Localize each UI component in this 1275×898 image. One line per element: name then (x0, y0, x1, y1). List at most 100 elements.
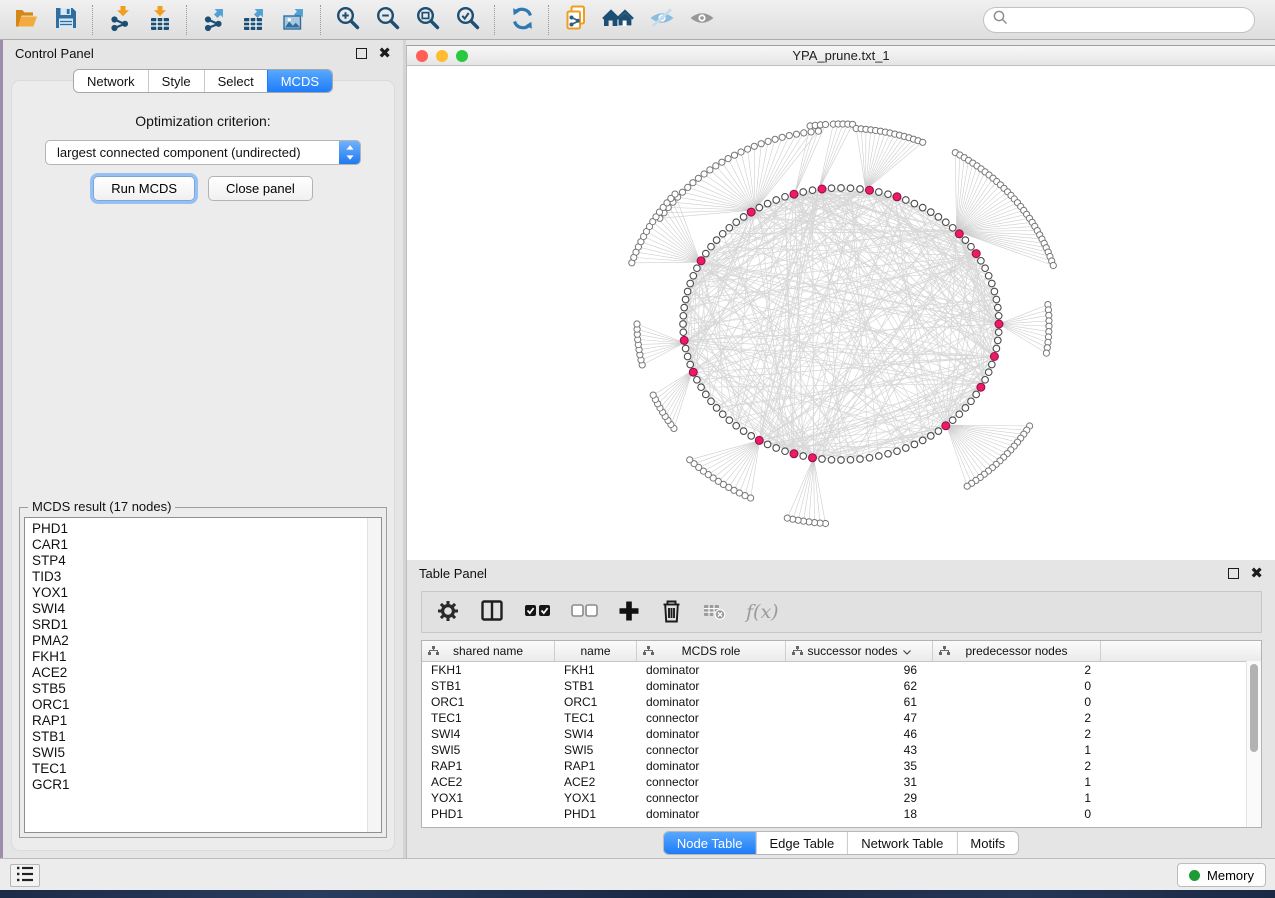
delete-row-button[interactable] (660, 599, 683, 626)
show-all-button[interactable] (682, 3, 722, 37)
cell[interactable]: 35 (786, 758, 933, 774)
deselect-all-button[interactable] (571, 603, 598, 621)
select-all-button[interactable] (524, 603, 551, 621)
cell[interactable]: connector (637, 790, 786, 806)
show-columns-button[interactable] (480, 599, 504, 625)
close-panel-button[interactable]: Close panel (208, 176, 313, 201)
cell[interactable]: SWI4 (555, 726, 637, 742)
search-input[interactable] (1014, 11, 1245, 28)
table-tab-network-table[interactable]: Network Table (847, 832, 956, 854)
cell[interactable]: 46 (786, 726, 933, 742)
float-panel-icon[interactable] (356, 48, 367, 59)
export-image-button[interactable] (274, 3, 314, 37)
cell[interactable]: 96 (786, 662, 933, 678)
import-table-button[interactable] (140, 3, 180, 37)
mcds-result-item[interactable]: SRD1 (32, 617, 381, 633)
cell[interactable]: ACE2 (422, 774, 555, 790)
mcds-result-item[interactable]: ACE2 (32, 665, 381, 681)
mcds-result-item[interactable]: SWI4 (32, 601, 381, 617)
tab-style[interactable]: Style (148, 70, 204, 92)
table-tab-motifs[interactable]: Motifs (956, 832, 1018, 854)
delete-table-button[interactable] (703, 601, 726, 624)
table-settings-button[interactable] (436, 599, 460, 626)
column-header-name[interactable]: name (555, 641, 637, 661)
close-panel-icon[interactable]: ✖ (378, 46, 391, 61)
table-row[interactable]: TEC1TEC1connector472 (422, 710, 1261, 726)
cell[interactable]: 43 (786, 742, 933, 758)
zoom-in-button[interactable] (328, 3, 368, 37)
cell[interactable]: 29 (786, 790, 933, 806)
cell[interactable]: ORC1 (555, 694, 637, 710)
cell[interactable]: 1 (933, 774, 1101, 790)
export-table-button[interactable] (234, 3, 274, 37)
table-row[interactable]: YOX1YOX1connector291 (422, 790, 1261, 806)
table-row[interactable]: SWI4SWI4dominator462 (422, 726, 1261, 742)
tab-network[interactable]: Network (74, 70, 148, 92)
run-mcds-button[interactable]: Run MCDS (93, 176, 195, 201)
zoom-selected-button[interactable] (448, 3, 488, 37)
cell[interactable]: connector (637, 774, 786, 790)
table-tab-edge-table[interactable]: Edge Table (755, 832, 847, 854)
first-neighbors-button[interactable] (596, 3, 642, 37)
mcds-result-item[interactable]: ORC1 (32, 697, 381, 713)
mcds-result-item[interactable]: GCR1 (32, 777, 381, 793)
hide-selection-button[interactable] (642, 3, 682, 37)
import-network-button[interactable] (100, 3, 140, 37)
tab-select[interactable]: Select (204, 70, 267, 92)
column-header-successor-nodes[interactable]: successor nodes (786, 641, 933, 661)
cell[interactable]: 2 (933, 758, 1101, 774)
close-panel-icon[interactable]: ✖ (1250, 566, 1263, 581)
zoom-out-button[interactable] (368, 3, 408, 37)
cell[interactable]: PHD1 (422, 806, 555, 822)
open-button[interactable] (6, 3, 46, 37)
cell[interactable]: dominator (637, 758, 786, 774)
cell[interactable]: SWI5 (422, 742, 555, 758)
cell[interactable]: SWI4 (422, 726, 555, 742)
cell[interactable]: ORC1 (422, 694, 555, 710)
optimization-criterion-select[interactable]: largest connected component (undirected) (45, 140, 361, 165)
cell[interactable]: 62 (786, 678, 933, 694)
cell[interactable]: 1 (933, 742, 1101, 758)
mcds-result-item[interactable]: CAR1 (32, 537, 381, 553)
cell[interactable]: 2 (933, 710, 1101, 726)
cell[interactable]: YOX1 (422, 790, 555, 806)
mcds-result-item[interactable]: PHD1 (32, 521, 381, 537)
cell[interactable]: FKH1 (422, 662, 555, 678)
mcds-result-item[interactable]: RAP1 (32, 713, 381, 729)
table-tab-node-table[interactable]: Node Table (664, 832, 756, 854)
cell[interactable]: 18 (786, 806, 933, 822)
export-network-button[interactable] (194, 3, 234, 37)
new-network-from-selection-button[interactable] (556, 3, 596, 37)
save-button[interactable] (46, 3, 86, 37)
mcds-result-item[interactable]: PMA2 (32, 633, 381, 649)
mcds-result-item[interactable]: FKH1 (32, 649, 381, 665)
mcds-result-item[interactable]: TEC1 (32, 761, 381, 777)
table-scrollbar-thumb[interactable] (1250, 664, 1258, 752)
cell[interactable]: 47 (786, 710, 933, 726)
network-canvas[interactable] (407, 66, 1275, 561)
cell[interactable]: 1 (933, 790, 1101, 806)
table-row[interactable]: FKH1FKH1dominator962 (422, 662, 1261, 678)
mcds-result-item[interactable]: YOX1 (32, 585, 381, 601)
cell[interactable]: 2 (933, 662, 1101, 678)
cell[interactable]: dominator (637, 694, 786, 710)
mcds-list-scrollbar[interactable] (367, 518, 381, 832)
mcds-result-item[interactable]: STB1 (32, 729, 381, 745)
cell[interactable]: 0 (933, 694, 1101, 710)
cell[interactable]: RAP1 (555, 758, 637, 774)
search-box[interactable] (983, 7, 1255, 33)
zoom-fit-button[interactable] (408, 3, 448, 37)
column-header-predecessor-nodes[interactable]: predecessor nodes (933, 641, 1101, 661)
cell[interactable]: RAP1 (422, 758, 555, 774)
table-row[interactable]: ACE2ACE2connector311 (422, 774, 1261, 790)
table-scrollbar[interactable] (1246, 661, 1261, 827)
table-row[interactable]: ORC1ORC1dominator610 (422, 694, 1261, 710)
cell[interactable]: TEC1 (422, 710, 555, 726)
panel-menu-button[interactable] (10, 864, 40, 887)
mcds-result-item[interactable]: SWI5 (32, 745, 381, 761)
cell[interactable]: YOX1 (555, 790, 637, 806)
cell[interactable]: dominator (637, 678, 786, 694)
cell[interactable]: TEC1 (555, 710, 637, 726)
table-row[interactable]: RAP1RAP1dominator352 (422, 758, 1261, 774)
cell[interactable]: 2 (933, 726, 1101, 742)
